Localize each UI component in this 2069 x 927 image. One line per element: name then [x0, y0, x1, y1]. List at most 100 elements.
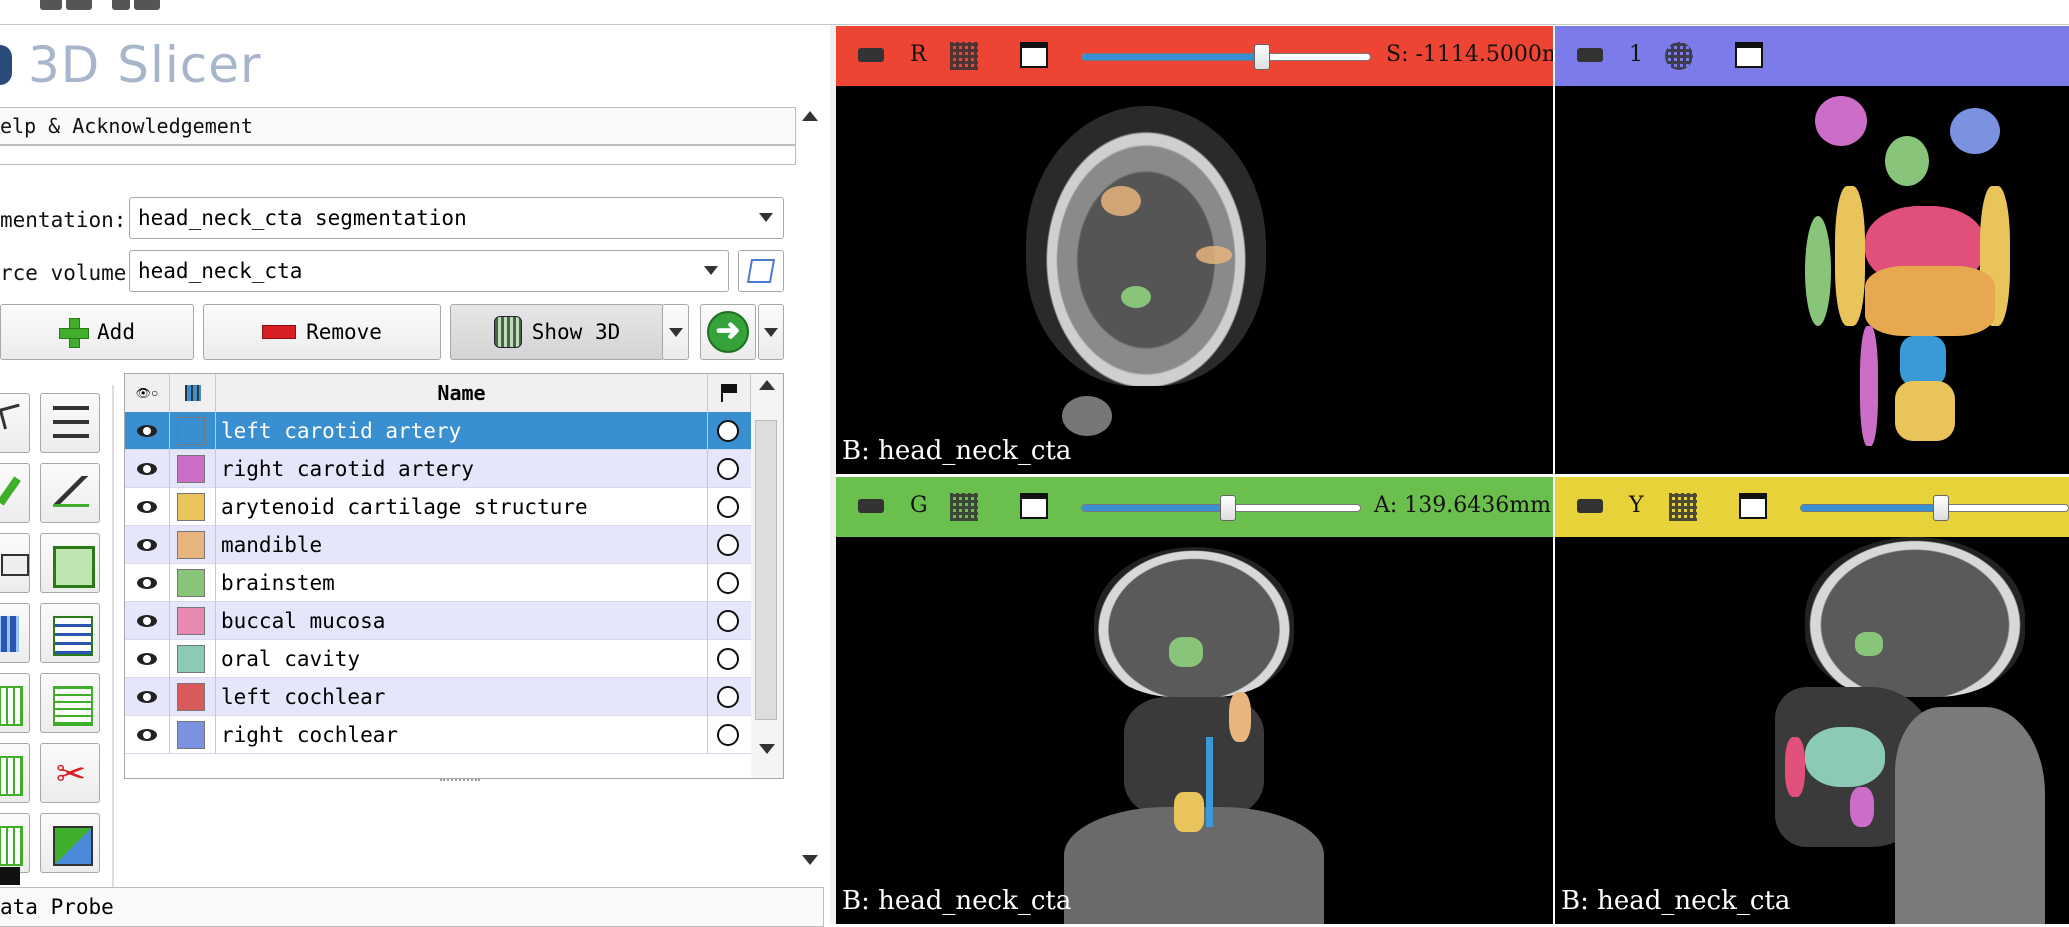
- go-dropdown[interactable]: [758, 304, 784, 360]
- pin-icon[interactable]: [1577, 48, 1603, 62]
- flag-column-header[interactable]: [708, 374, 751, 412]
- window-icon[interactable]: [1735, 42, 1763, 68]
- segment-status-circle[interactable]: [717, 610, 739, 632]
- toolbar-icon[interactable]: [40, 0, 62, 10]
- slider-handle[interactable]: [1932, 495, 1949, 521]
- segment-status-circle[interactable]: [717, 496, 739, 518]
- name-column-header[interactable]: Name: [216, 374, 708, 412]
- segment-color-swatch[interactable]: [177, 683, 205, 711]
- segment-tool-button[interactable]: [40, 393, 100, 453]
- table-row[interactable]: arytenoid cartilage structure: [125, 488, 751, 526]
- visibility-toggle[interactable]: [125, 412, 169, 450]
- slider-handle[interactable]: [1253, 44, 1270, 70]
- toolbar-icon[interactable]: [112, 0, 130, 10]
- 3d-view[interactable]: 1: [1555, 26, 2069, 474]
- segment-status-circle[interactable]: [717, 572, 739, 594]
- scroll-down-icon[interactable]: [802, 855, 818, 865]
- hollow-tool-button[interactable]: [0, 743, 30, 803]
- window-icon[interactable]: [1020, 493, 1048, 519]
- table-row[interactable]: oral cavity: [125, 640, 751, 678]
- erase-tool-button[interactable]: [0, 533, 30, 593]
- segment-color-swatch[interactable]: [177, 417, 205, 445]
- table-resize-grip[interactable]: [440, 779, 480, 785]
- table-row[interactable]: brainstem: [125, 564, 751, 602]
- add-segment-button[interactable]: Add: [0, 304, 194, 360]
- segment-status-circle[interactable]: [717, 724, 739, 746]
- show-3d-button[interactable]: Show 3D: [450, 304, 664, 360]
- pin-icon[interactable]: [858, 48, 884, 62]
- data-probe-section[interactable]: ata Probe: [0, 887, 824, 927]
- segments-table[interactable]: 👁○ Name left carotid artery right carotid…: [124, 373, 784, 779]
- red-slice-view[interactable]: R S: -1114.5000mm B: head_neck_cta: [836, 26, 1553, 474]
- visibility-toggle[interactable]: [125, 488, 169, 526]
- segment-status-circle[interactable]: [717, 420, 739, 442]
- yellow-slice-view[interactable]: Y B: head_neck_cta: [1555, 477, 2069, 924]
- crosshair-icon[interactable]: [950, 42, 978, 70]
- green-slice-slider[interactable]: [1081, 495, 1361, 521]
- segment-status-circle[interactable]: [717, 534, 739, 556]
- segment-name[interactable]: right carotid artery: [221, 450, 474, 488]
- yellow-slice-slider[interactable]: [1800, 495, 2069, 521]
- grow-tool-button[interactable]: [0, 603, 30, 663]
- color-column-header[interactable]: [170, 374, 216, 412]
- table-row[interactable]: right carotid artery: [125, 450, 751, 488]
- source-volume-select[interactable]: head_neck_cta: [129, 250, 729, 292]
- segment-color-swatch[interactable]: [177, 531, 205, 559]
- visibility-toggle[interactable]: [125, 450, 169, 488]
- draw-tool-button[interactable]: [40, 463, 100, 523]
- table-row[interactable]: left cochlear: [125, 678, 751, 716]
- red-slice-slider[interactable]: [1081, 44, 1371, 70]
- segment-color-swatch[interactable]: [177, 455, 205, 483]
- segment-status-circle[interactable]: [717, 458, 739, 480]
- segment-name[interactable]: mandible: [221, 526, 322, 564]
- center-view-icon[interactable]: [1665, 42, 1693, 70]
- scroll-down-icon[interactable]: [759, 744, 775, 754]
- margin-tool-button[interactable]: [0, 673, 30, 733]
- segment-color-swatch[interactable]: [177, 569, 205, 597]
- segment-name[interactable]: right cochlear: [221, 716, 398, 754]
- panel-scrollbar[interactable]: [798, 105, 824, 885]
- segment-status-circle[interactable]: [717, 686, 739, 708]
- table-row[interactable]: right cochlear: [125, 716, 751, 754]
- visibility-toggle[interactable]: [125, 640, 169, 678]
- visibility-toggle[interactable]: [125, 716, 169, 754]
- table-scrollbar[interactable]: [751, 374, 783, 778]
- segment-name[interactable]: brainstem: [221, 564, 335, 602]
- scroll-up-icon[interactable]: [802, 111, 818, 121]
- toolbar-icon[interactable]: [66, 0, 92, 10]
- toolbar-icon[interactable]: [134, 0, 160, 10]
- segment-status-circle[interactable]: [717, 648, 739, 670]
- segmentation-select[interactable]: head_neck_cta segmentation: [129, 197, 784, 239]
- islands-tool-button[interactable]: [40, 673, 100, 733]
- scroll-up-icon[interactable]: [759, 380, 775, 390]
- scissors-tool-button[interactable]: ✂: [40, 743, 100, 803]
- segment-color-swatch[interactable]: [177, 645, 205, 673]
- volume-geometry-button[interactable]: [738, 250, 784, 292]
- scroll-thumb[interactable]: [755, 420, 777, 720]
- level-tracing-tool-button[interactable]: [40, 533, 100, 593]
- table-row[interactable]: left carotid artery: [125, 412, 751, 450]
- table-row[interactable]: buccal mucosa: [125, 602, 751, 640]
- segment-color-swatch[interactable]: [177, 493, 205, 521]
- segment-name[interactable]: oral cavity: [221, 640, 360, 678]
- segment-name[interactable]: left cochlear: [221, 678, 385, 716]
- logical-tool-button[interactable]: [40, 813, 100, 873]
- segment-color-swatch[interactable]: [177, 607, 205, 635]
- window-icon[interactable]: [1020, 42, 1048, 68]
- visibility-toggle[interactable]: [125, 678, 169, 716]
- green-slice-view[interactable]: G A: 139.6436mm B: head_neck_cta: [836, 477, 1553, 924]
- segment-color-swatch[interactable]: [177, 721, 205, 749]
- go-to-segment-editor-button[interactable]: ➜: [700, 304, 756, 360]
- crosshair-icon[interactable]: [1669, 493, 1697, 521]
- segment-name[interactable]: buccal mucosa: [221, 602, 385, 640]
- visibility-column-header[interactable]: 👁○: [125, 374, 170, 412]
- segment-name[interactable]: arytenoid cartilage structure: [221, 488, 588, 526]
- table-row[interactable]: mandible: [125, 526, 751, 564]
- remove-segment-button[interactable]: Remove: [203, 304, 441, 360]
- window-icon[interactable]: [1739, 493, 1767, 519]
- pointer-tool-button[interactable]: [0, 393, 30, 453]
- segment-name[interactable]: left carotid artery: [221, 412, 461, 450]
- slider-handle[interactable]: [1219, 495, 1236, 521]
- visibility-toggle[interactable]: [125, 564, 169, 602]
- help-acknowledgement-section[interactable]: elp & Acknowledgement: [0, 107, 796, 145]
